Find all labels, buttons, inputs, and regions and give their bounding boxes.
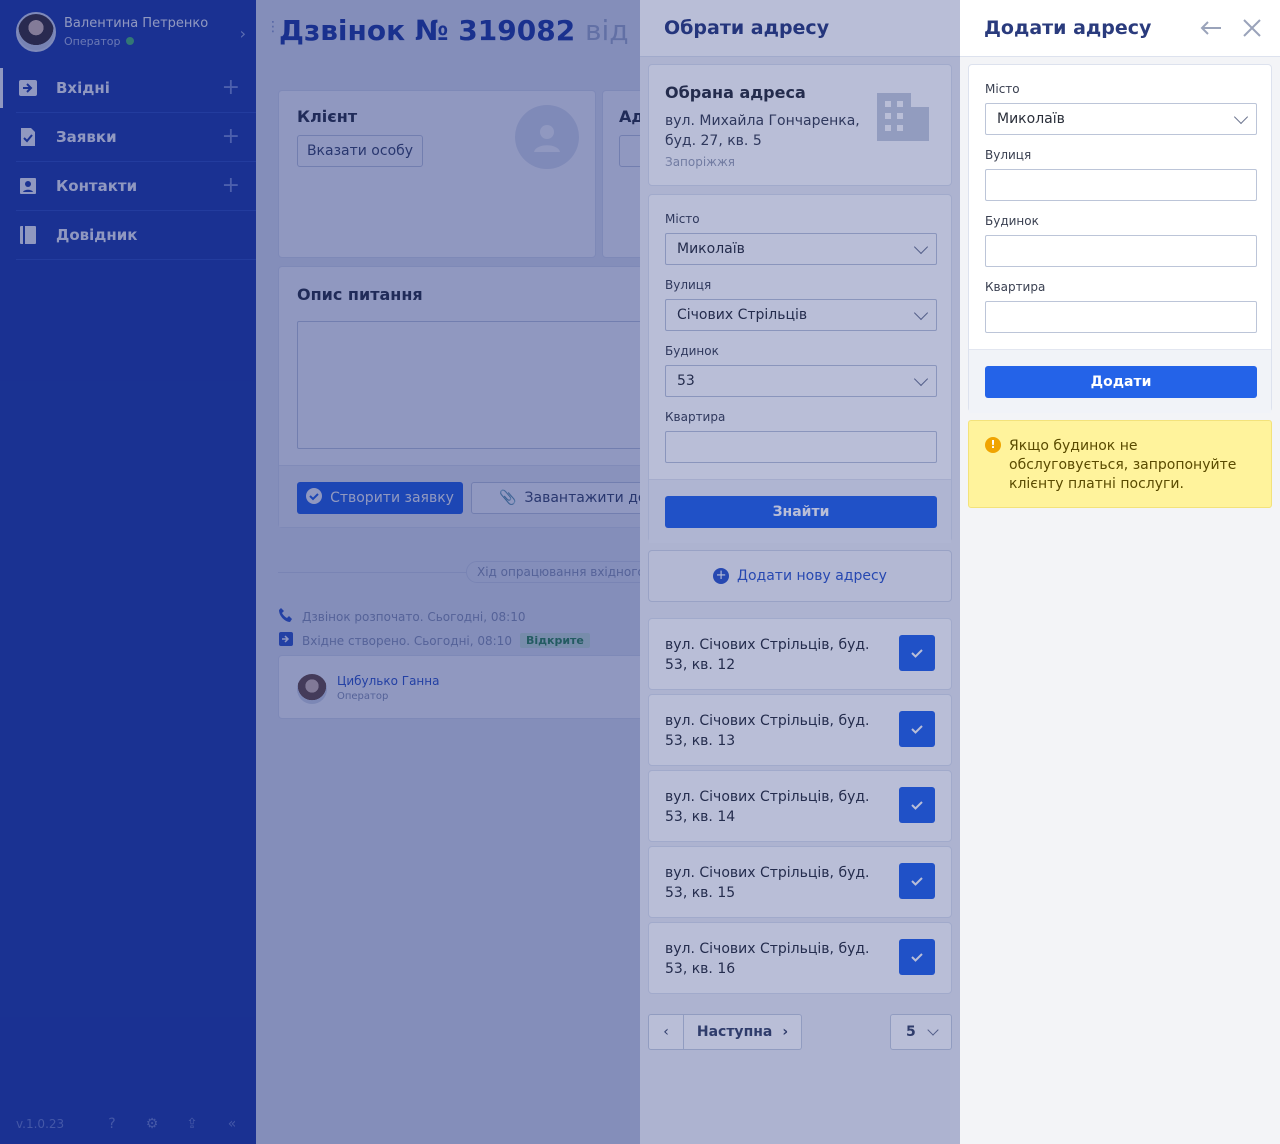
city-select[interactable]: Миколаїв [985, 103, 1257, 135]
house-input[interactable] [985, 235, 1257, 267]
apartment-input[interactable] [985, 301, 1257, 333]
add-address-form: Місто Миколаїв Вулиця Будинок Квартира Д… [968, 64, 1272, 413]
apartment-label: Квартира [985, 280, 1046, 294]
close-icon[interactable] [1238, 14, 1266, 42]
warning-notice: ! Якщо будинок не обслуговується, запроп… [968, 420, 1272, 508]
add-address-panel: Додати адресу Місто Миколаїв Вулиця Буди… [960, 0, 1280, 1144]
add-address-header: Додати адресу [960, 0, 1280, 57]
house-label: Будинок [985, 214, 1039, 228]
add-footer: Додати [969, 349, 1271, 413]
chevron-down-icon [1233, 109, 1249, 125]
warning-icon: ! [985, 437, 1001, 453]
street-label: Вулиця [985, 148, 1032, 162]
back-arrow-icon[interactable] [1197, 14, 1225, 42]
street-input[interactable] [985, 169, 1257, 201]
add-address-button[interactable]: Додати [985, 366, 1257, 398]
city-label: Місто [985, 82, 1020, 96]
warning-text: Якщо будинок не обслуговується, запропон… [1009, 438, 1237, 492]
panel-title: Додати адресу [984, 17, 1152, 39]
select-panel-dim [640, 0, 960, 1144]
